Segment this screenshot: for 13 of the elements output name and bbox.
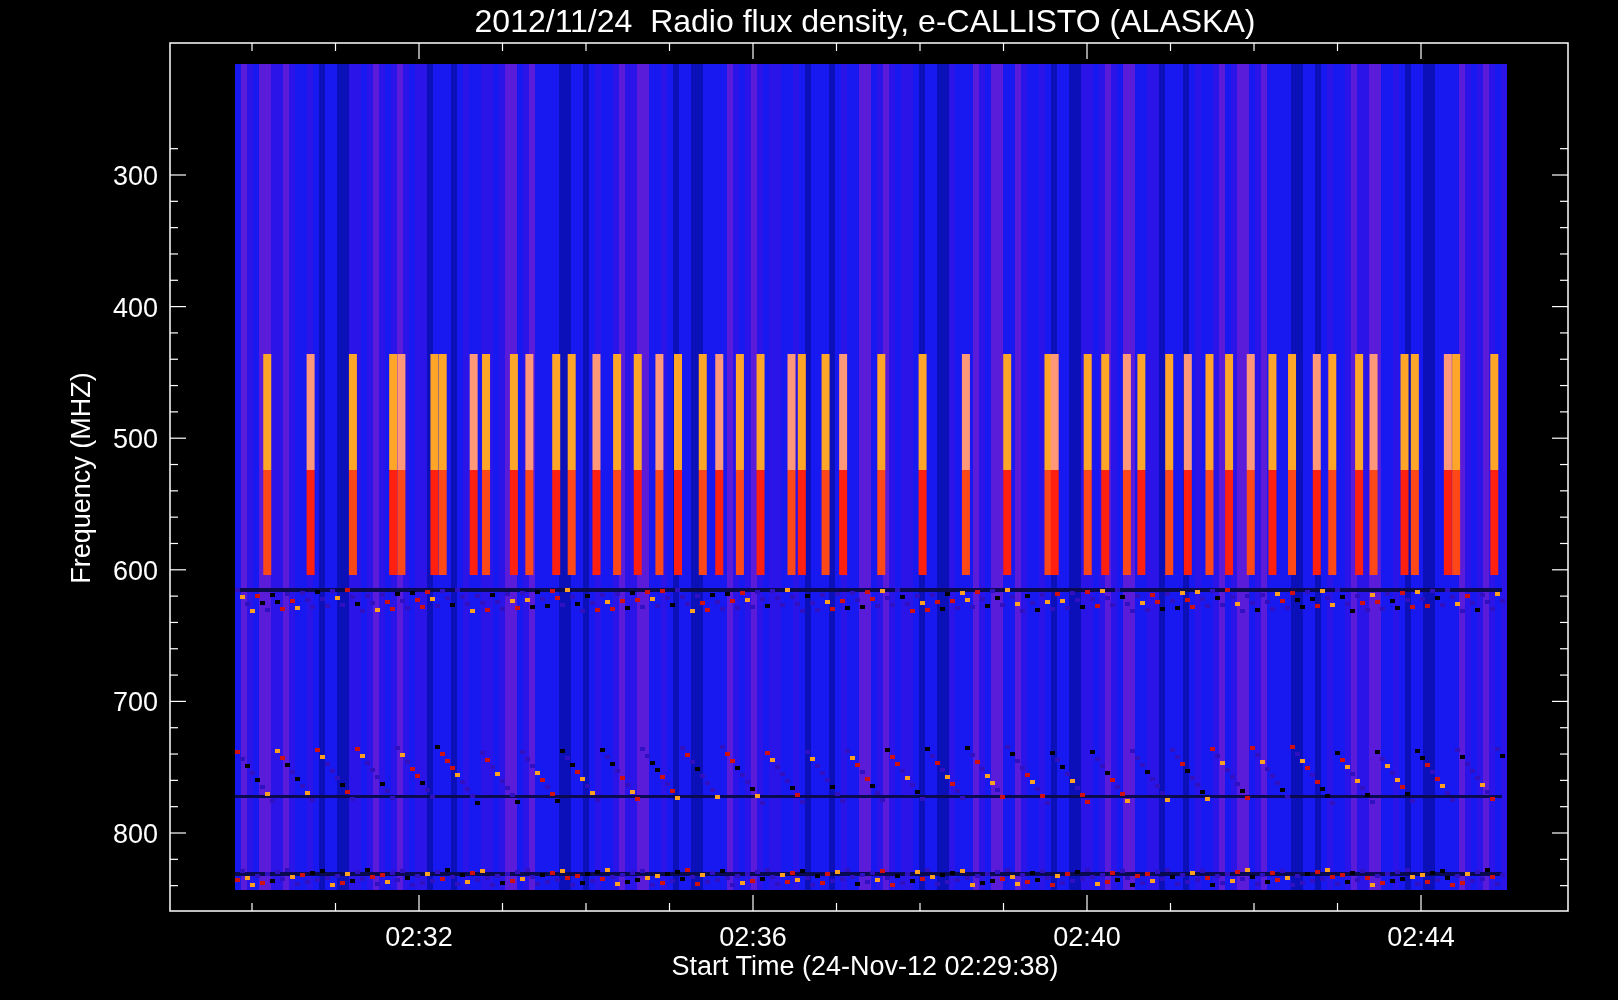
x-tick-label: 02:32: [385, 922, 453, 952]
y-tick-label: 400: [112, 292, 158, 323]
y-tick-label: 700: [112, 687, 158, 718]
y-tick-label: 300: [112, 161, 158, 191]
x-tick-label: 02:40: [1053, 922, 1121, 952]
chart-title: 2012/11/24 Radio flux density, e-CALLISTO (ALASKA): [474, 3, 1256, 39]
x-tick-label: 02:36: [719, 922, 787, 952]
x-axis-title: Start Time (24-Nov-12 02:29:38): [671, 951, 1059, 981]
x-tick-label: 02:44: [1387, 922, 1455, 952]
y-tick-label: 500: [112, 424, 158, 455]
y-tick-label: 800: [112, 819, 158, 849]
y-axis-title: Frequency (MHZ): [66, 372, 96, 584]
y-tick-label: 600: [112, 555, 158, 586]
